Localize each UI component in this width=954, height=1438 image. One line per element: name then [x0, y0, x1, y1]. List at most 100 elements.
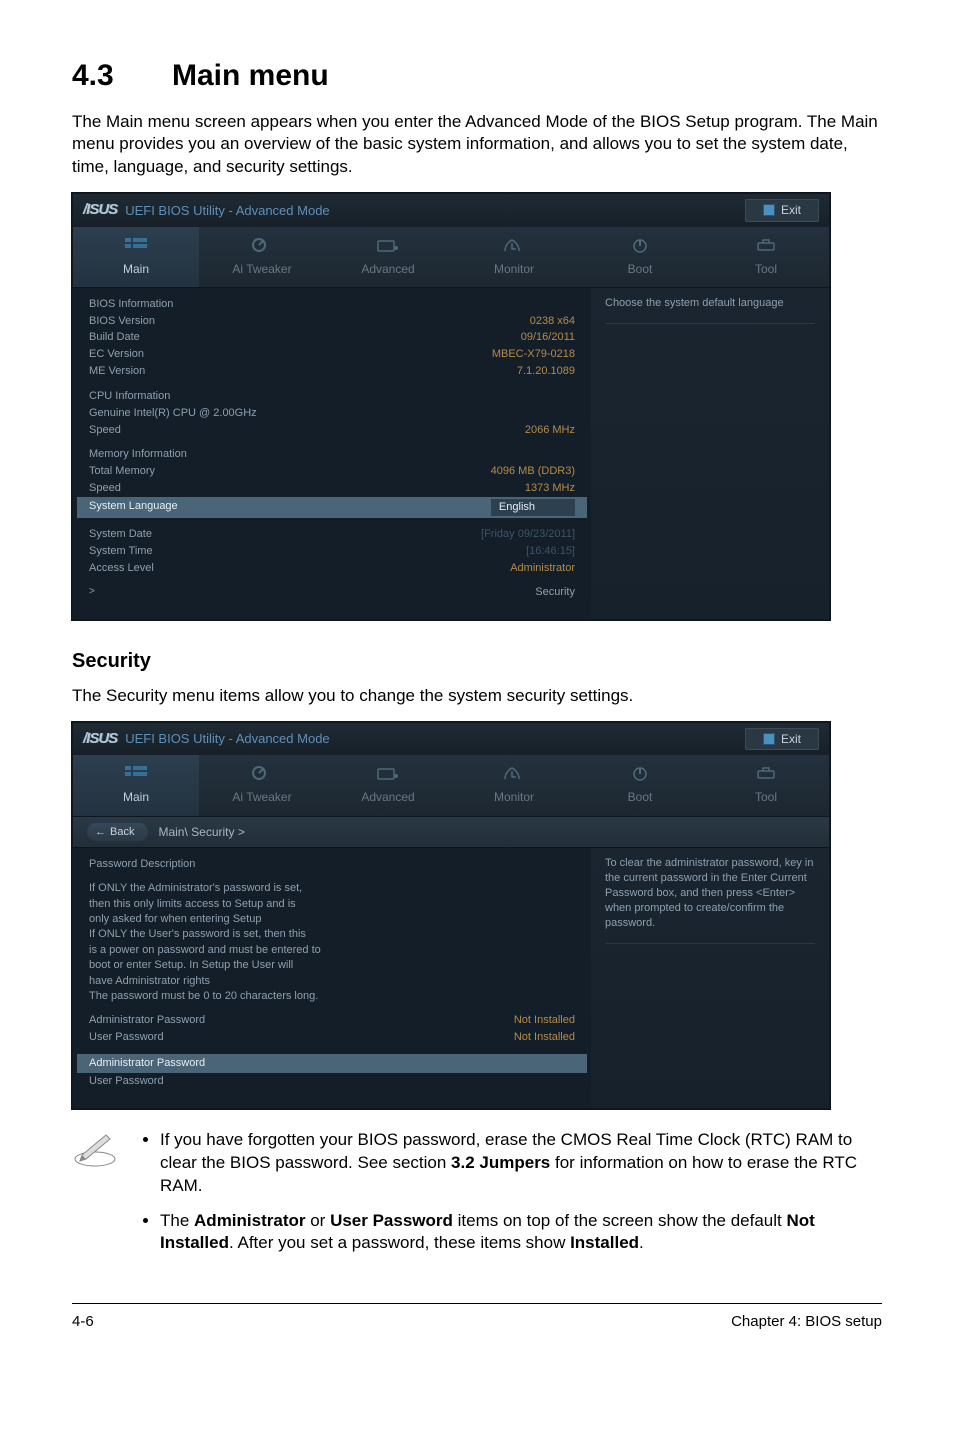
monitor-icon	[455, 237, 573, 255]
security-submenu-label: Security	[535, 585, 575, 600]
section-number: 4.3	[72, 56, 172, 97]
tab-advanced-label: Advanced	[361, 262, 414, 276]
advanced-icon	[329, 237, 447, 255]
bios-main-screenshot: /ISUS UEFI BIOS Utility - Advanced Mode …	[72, 193, 830, 620]
system-time-label[interactable]: System Time	[89, 544, 153, 559]
tab-tweaker-label: Ai Tweaker	[232, 790, 291, 804]
bios-help-text: Choose the system default language	[605, 297, 784, 309]
bios-help-panel: To clear the administrator password, key…	[591, 848, 829, 1107]
password-description-heading: Password Description	[89, 857, 195, 872]
tab-advanced[interactable]: Advanced	[325, 755, 451, 815]
bios-title: UEFI BIOS Utility - Advanced Mode	[125, 202, 745, 220]
bios-tabs: Main Ai Tweaker Advanced Monitor	[73, 755, 829, 816]
tab-tool[interactable]: Tool	[703, 755, 829, 815]
exit-button[interactable]: Exit	[745, 728, 819, 750]
cpu-name: Genuine Intel(R) CPU @ 2.00GHz	[89, 406, 257, 421]
user-password-item[interactable]: User Password	[89, 1073, 575, 1090]
ec-version-label: EC Version	[89, 347, 144, 362]
exit-label: Exit	[781, 202, 801, 218]
bios-security-panel: Password Description If ONLY the Adminis…	[73, 848, 591, 1107]
asus-logo: /ISUS	[83, 200, 117, 220]
tab-tool-label: Tool	[755, 790, 777, 804]
tab-boot-label: Boot	[628, 262, 653, 276]
password-description-body: If ONLY the Administrator's password is …	[89, 881, 575, 1004]
breadcrumb-path: Main\ Security >	[158, 824, 244, 840]
security-intro: The Security menu items allow you to cha…	[72, 685, 882, 708]
section-title: 4.3Main menu	[72, 56, 882, 97]
advanced-icon	[329, 765, 447, 783]
bios-titlebar: /ISUS UEFI BIOS Utility - Advanced Mode …	[73, 194, 829, 226]
note-block: If you have forgotten your BIOS password…	[72, 1129, 882, 1268]
back-button[interactable]: Back	[87, 823, 148, 842]
total-memory-value: 4096 MB (DDR3)	[491, 464, 575, 479]
tab-tool-label: Tool	[755, 262, 777, 276]
tweaker-icon	[203, 765, 321, 783]
tab-main[interactable]: Main	[73, 227, 199, 287]
intro-paragraph: The Main menu screen appears when you en…	[72, 111, 882, 180]
note-item-1: If you have forgotten your BIOS password…	[160, 1129, 882, 1198]
access-level-value: Administrator	[510, 561, 575, 576]
exit-label: Exit	[781, 731, 801, 747]
bios-version-label: BIOS Version	[89, 314, 155, 329]
build-date-value: 09/16/2011	[521, 330, 575, 345]
chapter-label: Chapter 4: BIOS setup	[731, 1312, 882, 1332]
memory-info-heading: Memory Information	[89, 447, 187, 462]
tab-monitor-label: Monitor	[494, 790, 534, 804]
section-name: Main menu	[172, 59, 329, 92]
tool-icon	[707, 237, 825, 255]
boot-icon	[581, 237, 699, 255]
bios-breadcrumb-bar: Back Main\ Security >	[73, 817, 829, 849]
exit-button[interactable]: Exit	[745, 199, 819, 221]
security-heading: Security	[72, 648, 882, 675]
me-version-value: 7.1.20.1089	[517, 364, 575, 379]
tab-main-label: Main	[123, 790, 149, 804]
tab-tweaker-label: Ai Tweaker	[232, 262, 291, 276]
ec-version-value: MBEC-X79-0218	[492, 347, 575, 362]
tab-tool[interactable]: Tool	[703, 227, 829, 287]
bios-help-text: To clear the administrator password, key…	[605, 857, 813, 928]
bios-title: UEFI BIOS Utility - Advanced Mode	[125, 730, 745, 748]
tab-boot[interactable]: Boot	[577, 755, 703, 815]
admin-password-item[interactable]: Administrator Password	[77, 1054, 587, 1073]
tab-monitor[interactable]: Monitor	[451, 755, 577, 815]
system-date-label[interactable]: System Date	[89, 527, 152, 542]
asus-logo: /ISUS	[83, 729, 117, 749]
bios-help-panel: Choose the system default language	[591, 288, 829, 620]
tab-boot[interactable]: Boot	[577, 227, 703, 287]
tab-monitor[interactable]: Monitor	[451, 227, 577, 287]
monitor-icon	[455, 765, 573, 783]
bios-security-screenshot: /ISUS UEFI BIOS Utility - Advanced Mode …	[72, 722, 830, 1109]
tab-advanced-label: Advanced	[361, 790, 414, 804]
system-language-label: System Language	[89, 499, 178, 516]
system-date-value: [Friday 09/23/2011]	[481, 527, 575, 542]
user-password-status-label: User Password	[89, 1030, 164, 1045]
main-icon	[77, 765, 195, 783]
security-submenu[interactable]: Security	[89, 584, 575, 601]
tab-tweaker[interactable]: Ai Tweaker	[199, 755, 325, 815]
tab-boot-label: Boot	[628, 790, 653, 804]
system-language-row[interactable]: System LanguageEnglish	[77, 497, 587, 518]
user-password-status-value: Not Installed	[514, 1030, 575, 1045]
total-memory-label: Total Memory	[89, 464, 155, 479]
bios-titlebar: /ISUS UEFI BIOS Utility - Advanced Mode …	[73, 723, 829, 755]
tab-tweaker[interactable]: Ai Tweaker	[199, 227, 325, 287]
me-version-label: ME Version	[89, 364, 145, 379]
tab-monitor-label: Monitor	[494, 262, 534, 276]
bios-version-value: 0238 x64	[530, 314, 575, 329]
bios-main-panel: BIOS Information BIOS Version0238 x64 Bu…	[73, 288, 591, 620]
main-icon	[77, 237, 195, 255]
tab-main[interactable]: Main	[73, 755, 199, 815]
system-time-value: [16:46:15]	[526, 544, 575, 559]
cpu-info-heading: CPU Information	[89, 389, 170, 404]
tab-advanced[interactable]: Advanced	[325, 227, 451, 287]
page-footer: 4-6 Chapter 4: BIOS setup	[72, 1312, 882, 1332]
cpu-speed-label: Speed	[89, 423, 121, 438]
boot-icon	[581, 765, 699, 783]
admin-password-status-value: Not Installed	[514, 1013, 575, 1028]
cpu-speed-value: 2066 MHz	[525, 423, 575, 438]
footer-rule	[72, 1303, 882, 1304]
note-item-2: The Administrator or User Password items…	[160, 1210, 882, 1256]
exit-icon	[763, 733, 775, 745]
user-password-item-label: User Password	[89, 1074, 164, 1089]
tab-main-label: Main	[123, 262, 149, 276]
